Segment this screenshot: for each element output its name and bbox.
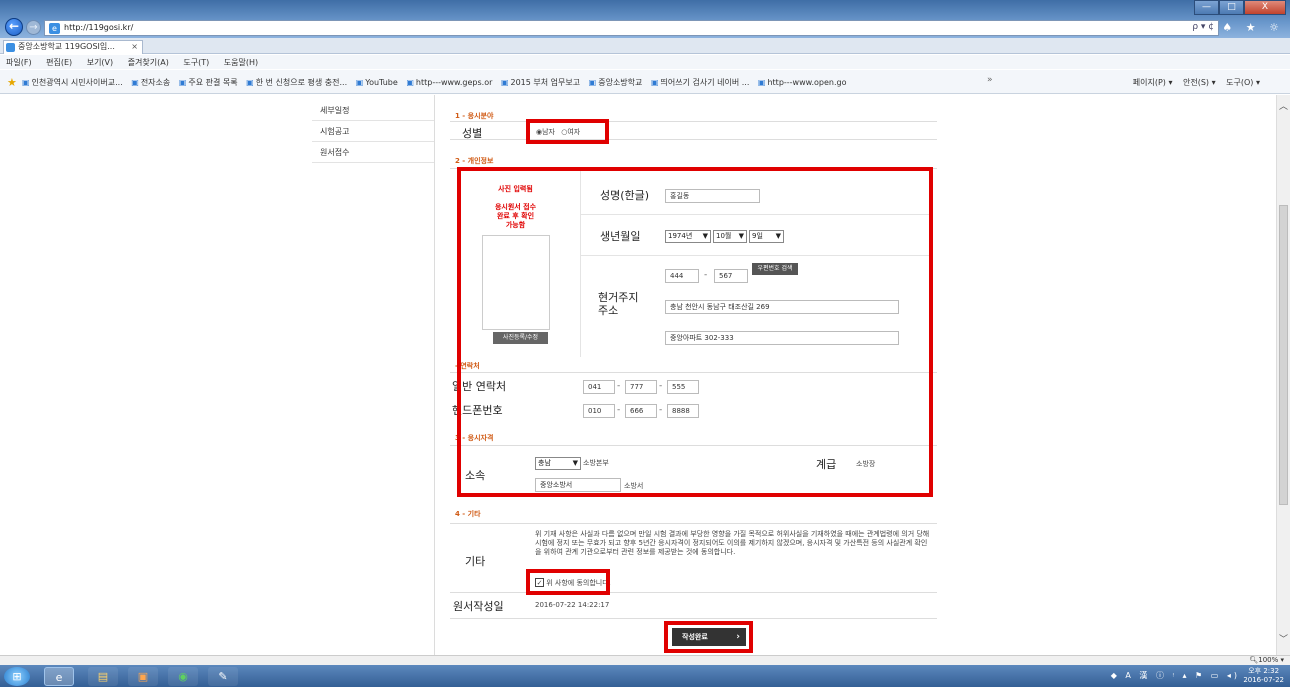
section-2-title: 2 - 개인정보 bbox=[455, 157, 494, 165]
section-divider bbox=[450, 139, 937, 140]
fav-item[interactable]: 띄어쓰기 검사기 네이버 ... bbox=[651, 78, 749, 87]
start-button-icon[interactable]: ⊞ bbox=[4, 667, 30, 686]
favorites-star-icon[interactable]: ★ bbox=[7, 76, 17, 89]
fav-item[interactable]: 인천광역시 시민사이버교... bbox=[22, 78, 123, 87]
scrollbar-thumb[interactable] bbox=[1279, 205, 1288, 505]
status-bar: 🔍︎100% ▾ bbox=[0, 655, 1290, 665]
ie-page-icon: e bbox=[49, 23, 60, 34]
fav-item[interactable]: http---www.open.go bbox=[758, 78, 847, 87]
tab-strip: 중앙소방학교 119GOSI입... × bbox=[0, 38, 1290, 54]
tab-close-icon[interactable]: × bbox=[131, 41, 138, 53]
highlight-consent bbox=[526, 569, 610, 595]
favorites-list: 인천광역시 시민사이버교... 전자소송 주요 판결 목록 한 번 신청으로 평… bbox=[22, 77, 852, 88]
cmd-tools[interactable]: 도구(O) ▾ bbox=[1226, 78, 1260, 87]
cmd-page[interactable]: 페이지(P) ▾ bbox=[1133, 78, 1173, 87]
internet-explorer-icon[interactable]: e bbox=[44, 667, 74, 686]
home-favorites-settings-icons[interactable]: ♠ ★ ☼ bbox=[1222, 21, 1284, 34]
file-explorer-icon[interactable]: ▤ bbox=[88, 667, 118, 686]
browser-title-bar: ← → e http://119gosi.kr/ ρ ▾ ¢ — □ X ♠ ★… bbox=[0, 0, 1290, 38]
scroll-down-chevron-icon[interactable]: ﹀ bbox=[1279, 632, 1288, 645]
etc-label: 기타 bbox=[465, 555, 486, 568]
fav-item[interactable]: 한 번 신청으로 평생 충전... bbox=[246, 78, 347, 87]
system-tray-icons[interactable]: ◆ A 漢 ⓘ ᵎ ▴ ⚑ ▭ ◂) bbox=[1111, 670, 1240, 681]
scroll-up-chevron-icon[interactable]: ︿ bbox=[1279, 99, 1288, 112]
fav-item[interactable]: 전자소송 bbox=[131, 78, 170, 87]
media-player-icon[interactable]: ▣ bbox=[128, 667, 158, 686]
cmd-safety[interactable]: 안전(S) ▾ bbox=[1183, 78, 1216, 87]
forward-button[interactable]: → bbox=[26, 20, 41, 35]
section-divider bbox=[450, 618, 937, 619]
command-bar: 페이지(P) ▾ 안전(S) ▾ 도구(O) ▾ bbox=[1125, 77, 1260, 88]
clock-date: 2016-07-22 bbox=[1243, 676, 1284, 684]
consent-notice: 위 기재 사항은 사실과 다름 없으며 만일 시험 결과에 부당한 영향을 가질… bbox=[535, 530, 930, 556]
page-viewport: 세부일정 시험공고 원서접수 1 - 응시분야 성별 ◉남자 ○여자 2 - 개… bbox=[0, 95, 1276, 655]
menu-favorites[interactable]: 즐겨찾기(A) bbox=[122, 55, 175, 68]
address-bar[interactable]: e http://119gosi.kr/ ρ ▾ ¢ bbox=[44, 20, 1219, 36]
maximize-button[interactable]: □ bbox=[1219, 0, 1244, 15]
address-url[interactable]: http://119gosi.kr/ bbox=[64, 23, 133, 32]
date-value: 2016-07-22 14:22:17 bbox=[535, 601, 610, 609]
windows-taskbar: ⊞ e ▤ ▣ ◉ ✎ ◆ A 漢 ⓘ ᵎ ▴ ⚑ ▭ ◂) 오후 2:32 2… bbox=[0, 665, 1290, 687]
section-divider bbox=[450, 592, 937, 593]
sidebar-divider bbox=[434, 95, 435, 655]
section-divider bbox=[450, 121, 937, 122]
sidebar-item-application[interactable]: 원서접수 bbox=[312, 142, 434, 163]
document-app-icon[interactable]: ✎ bbox=[208, 667, 238, 686]
highlight-gender bbox=[526, 119, 609, 144]
favorites-bar: ★ 인천광역시 시민사이버교... 전자소송 주요 판결 목록 한 번 신청으로… bbox=[0, 70, 1290, 94]
fav-item[interactable]: 2015 부처 업무보고 bbox=[501, 78, 580, 87]
browser-tab[interactable]: 중앙소방학교 119GOSI입... × bbox=[3, 40, 143, 54]
zoom-level[interactable]: 🔍︎100% ▾ bbox=[1249, 656, 1284, 664]
sidebar-item-schedule[interactable]: 세부일정 bbox=[312, 100, 434, 121]
window-controls: — □ X bbox=[1194, 0, 1286, 15]
favorites-more-chevron-icon[interactable]: » bbox=[987, 75, 993, 85]
menu-help[interactable]: 도움말(H) bbox=[218, 55, 264, 68]
fav-item[interactable]: http---www.geps.or bbox=[406, 78, 492, 87]
fav-item[interactable]: 주요 판결 목록 bbox=[179, 78, 238, 87]
fav-item[interactable]: 중앙소방학교 bbox=[589, 78, 643, 87]
vertical-scrollbar[interactable]: ︿ ﹀ bbox=[1276, 95, 1290, 655]
chrome-icon[interactable]: ◉ bbox=[168, 667, 198, 686]
tab-favicon-icon bbox=[6, 43, 15, 52]
minimize-button[interactable]: — bbox=[1194, 0, 1219, 15]
section-4-title: 4 - 기타 bbox=[455, 510, 481, 518]
menu-bar: 파일(F) 편집(E) 보기(V) 즐겨찾기(A) 도구(T) 도움말(H) bbox=[0, 55, 1290, 69]
date-label: 원서작성일 bbox=[453, 600, 504, 613]
back-button[interactable]: ← bbox=[5, 18, 23, 36]
menu-view[interactable]: 보기(V) bbox=[81, 55, 119, 68]
search-refresh-icon[interactable]: ρ ▾ ¢ bbox=[1192, 22, 1214, 32]
menu-file[interactable]: 파일(F) bbox=[0, 55, 38, 68]
tab-title: 중앙소방학교 119GOSI입... bbox=[18, 42, 115, 51]
clock[interactable]: 오후 2:32 2016-07-22 bbox=[1243, 667, 1284, 685]
sidebar-menu: 세부일정 시험공고 원서접수 bbox=[312, 100, 434, 163]
highlight-personal-info bbox=[457, 167, 933, 497]
fav-item[interactable]: YouTube bbox=[356, 78, 398, 87]
menu-tools[interactable]: 도구(T) bbox=[177, 55, 215, 68]
menu-edit[interactable]: 편집(E) bbox=[40, 55, 78, 68]
clock-time: 오후 2:32 bbox=[1248, 667, 1280, 675]
sidebar-item-notice[interactable]: 시험공고 bbox=[312, 121, 434, 142]
section-1-title: 1 - 응시분야 bbox=[455, 112, 494, 120]
close-window-button[interactable]: X bbox=[1244, 0, 1286, 15]
section-divider bbox=[450, 523, 937, 524]
highlight-submit bbox=[664, 621, 753, 653]
zoom-value: 100% bbox=[1258, 656, 1279, 664]
